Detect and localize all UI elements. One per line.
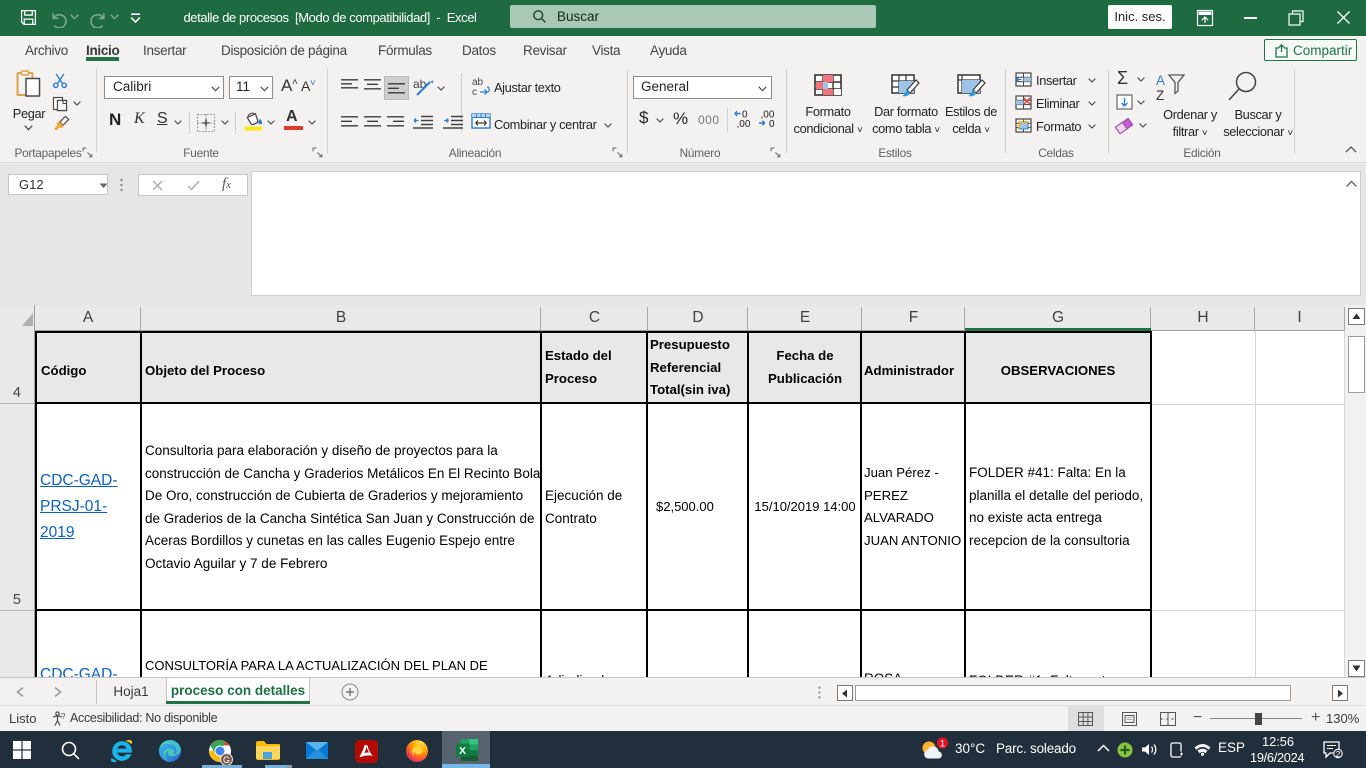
svg-text:Z: Z [1156, 88, 1164, 103]
svg-text:0: 0 [769, 119, 775, 128]
svg-text:A: A [1156, 73, 1165, 88]
svg-text:c: c [472, 87, 477, 98]
svg-text:X: X [459, 745, 466, 757]
svg-text:,00: ,00 [737, 119, 751, 128]
svg-text:2: 2 [1336, 749, 1341, 759]
svg-text:1: 1 [940, 739, 945, 750]
svg-text:ab: ab [413, 77, 427, 91]
svg-text:?: ? [61, 712, 66, 721]
